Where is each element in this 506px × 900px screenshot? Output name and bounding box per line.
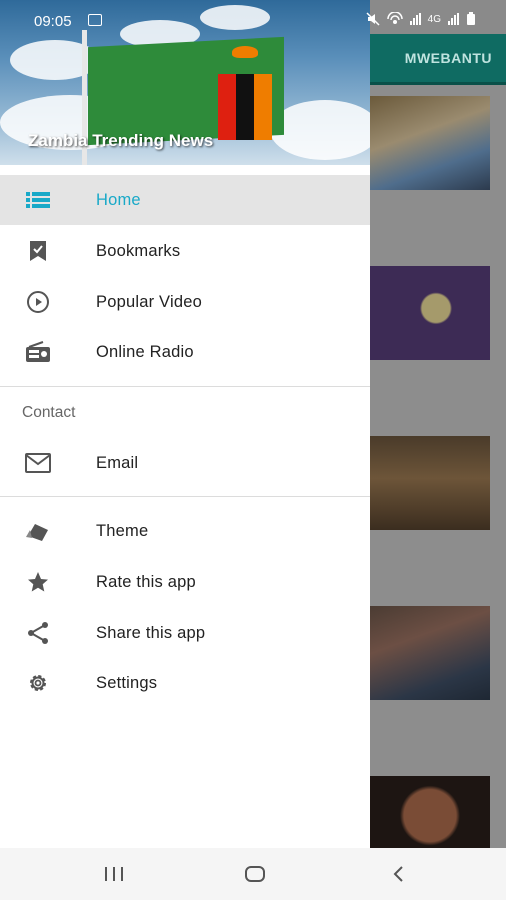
article-thumbnail[interactable] bbox=[370, 776, 490, 848]
recents-button[interactable] bbox=[94, 858, 134, 890]
image-notification-icon bbox=[88, 14, 102, 26]
list-icon bbox=[25, 187, 51, 213]
menu-item-theme[interactable]: Theme bbox=[0, 506, 370, 556]
home-icon bbox=[245, 866, 265, 882]
menu-item-email[interactable]: Email bbox=[0, 438, 370, 488]
mute-icon bbox=[366, 12, 380, 26]
back-icon bbox=[393, 866, 403, 882]
signal-icon bbox=[409, 13, 421, 25]
back-button[interactable] bbox=[378, 858, 418, 890]
network-type: 4G bbox=[427, 13, 441, 25]
contact-section-heading: Contact bbox=[22, 404, 76, 421]
divider bbox=[0, 386, 370, 387]
menu-item-label: Bookmarks bbox=[96, 241, 181, 260]
flag-stripe-red bbox=[218, 74, 236, 140]
cloud-decoration bbox=[270, 100, 370, 160]
menu-item-label: Rate this app bbox=[96, 572, 196, 591]
hotspot-icon bbox=[386, 12, 403, 24]
tab-mwebantu[interactable]: MWEBANTU bbox=[405, 50, 492, 66]
menu-item-settings[interactable]: Settings bbox=[0, 658, 370, 708]
menu-item-label: Popular Video bbox=[96, 292, 202, 311]
menu-item-label: Email bbox=[96, 453, 139, 472]
drawer-title: Zambia Trending News bbox=[28, 131, 214, 150]
share-icon bbox=[25, 620, 51, 646]
article-thumbnail[interactable] bbox=[370, 96, 490, 190]
menu-item-rate-app[interactable]: Rate this app bbox=[0, 557, 370, 607]
article-thumbnail[interactable] bbox=[370, 606, 490, 700]
theme-icon bbox=[25, 518, 51, 544]
menu-item-online-radio[interactable]: Online Radio bbox=[0, 327, 370, 377]
menu-item-label: Share this app bbox=[96, 623, 206, 642]
menu-item-home[interactable]: Home bbox=[0, 175, 370, 225]
status-icons: 4G bbox=[366, 12, 476, 26]
article-thumbnail[interactable] bbox=[370, 266, 490, 360]
flag-eagle bbox=[232, 46, 258, 58]
home-button[interactable] bbox=[235, 858, 275, 890]
tab-indicator bbox=[370, 82, 506, 85]
status-time: 09:05 bbox=[34, 13, 72, 30]
status-bar: 09:05 4G bbox=[0, 0, 506, 34]
radio-icon bbox=[25, 339, 51, 365]
menu-item-label: Home bbox=[96, 190, 141, 209]
menu-item-label: Theme bbox=[96, 521, 149, 540]
email-icon bbox=[25, 450, 51, 476]
play-circle-icon bbox=[25, 289, 51, 315]
menu-item-label: Online Radio bbox=[96, 342, 194, 361]
recents-icon bbox=[105, 867, 123, 881]
flag-stripe-black bbox=[236, 74, 254, 140]
menu-item-bookmarks[interactable]: Bookmarks bbox=[0, 226, 370, 276]
star-icon bbox=[25, 569, 51, 595]
article-thumbnail[interactable] bbox=[370, 436, 490, 530]
flag-stripe-orange bbox=[254, 74, 272, 140]
menu-item-popular-video[interactable]: Popular Video bbox=[0, 277, 370, 327]
signal-icon bbox=[448, 13, 459, 25]
bookmark-icon bbox=[25, 238, 51, 264]
battery-icon bbox=[467, 12, 475, 25]
navigation-drawer: Zambia Trending News Home Bookmarks Popu… bbox=[0, 0, 370, 848]
gear-icon bbox=[25, 670, 51, 696]
divider bbox=[0, 496, 370, 497]
menu-item-share-app[interactable]: Share this app bbox=[0, 608, 370, 658]
system-nav-bar bbox=[0, 848, 506, 900]
menu-item-label: Settings bbox=[96, 673, 158, 692]
